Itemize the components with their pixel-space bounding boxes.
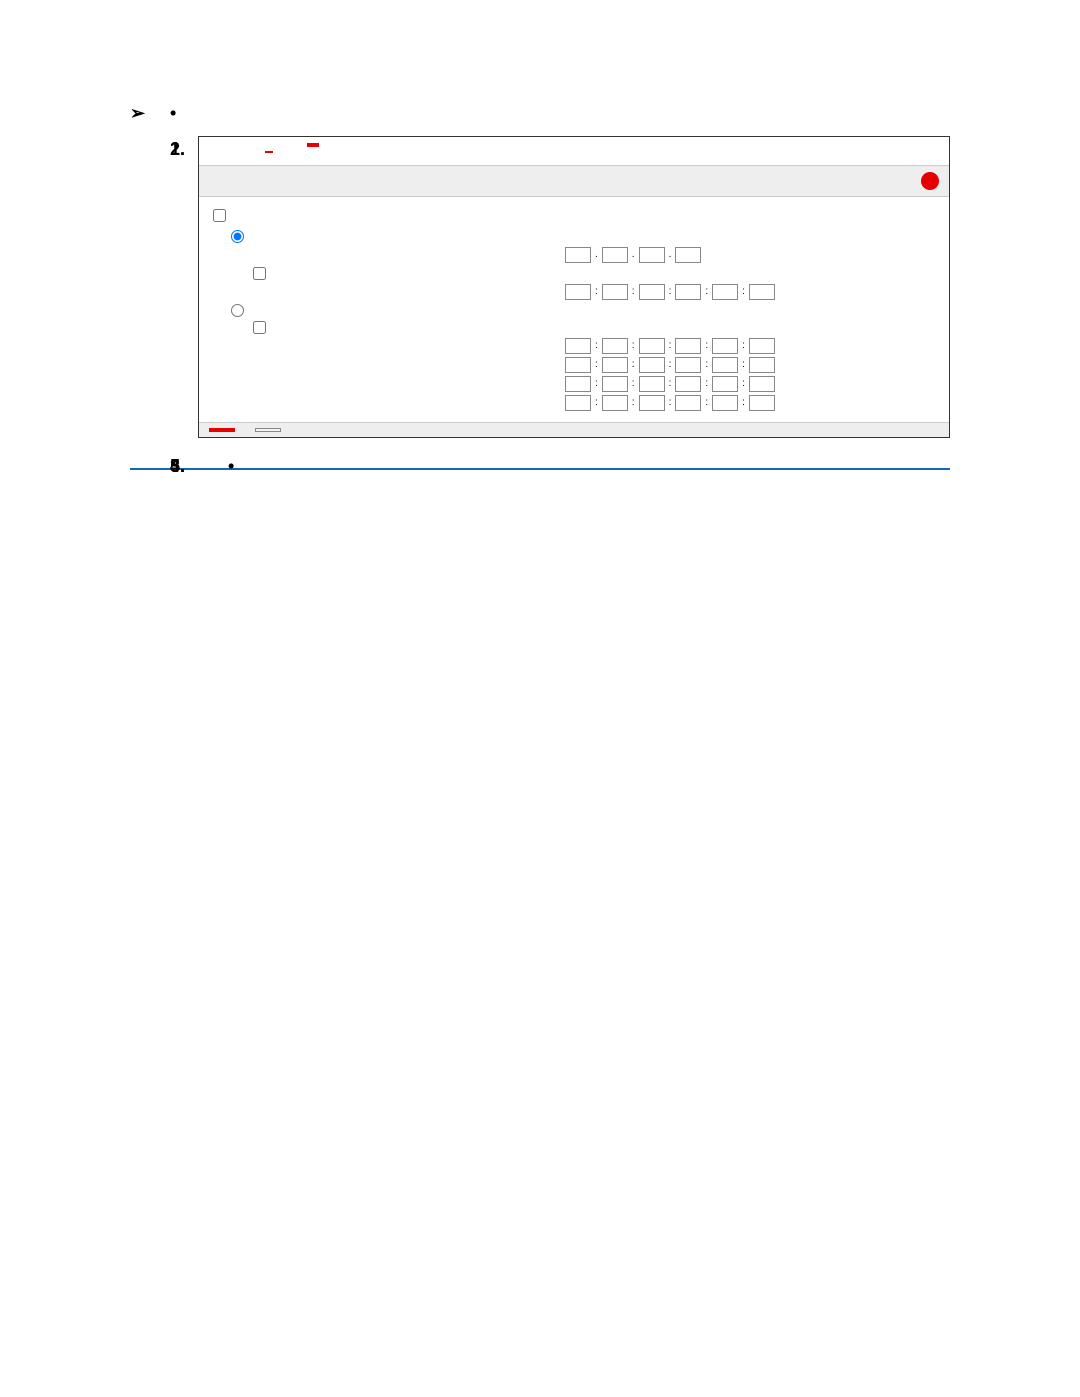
panel-body: . . . : : : : : <box>199 197 949 422</box>
rmac4-1[interactable] <box>565 395 591 411</box>
base-mac-1[interactable] <box>565 284 591 300</box>
repeater-ip-4[interactable] <box>675 247 701 263</box>
sub-wifi-repeating[interactable] <box>265 151 273 153</box>
router-ui-screenshot: . . . : : : : : <box>198 136 950 438</box>
rmac4-6[interactable] <box>749 395 775 411</box>
step: . . . : : : : : <box>170 136 950 438</box>
apply-button[interactable] <box>209 428 235 432</box>
rmac1-4[interactable] <box>675 338 701 354</box>
sub-menu-bar-2 <box>199 155 949 159</box>
panel-header <box>199 165 949 197</box>
rmac2-6[interactable] <box>749 357 775 373</box>
rmac1-5[interactable] <box>712 338 738 354</box>
rmac3-4[interactable] <box>675 376 701 392</box>
rmac4-2[interactable] <box>602 395 628 411</box>
base-station-radio[interactable] <box>231 304 244 317</box>
rmac4-5[interactable] <box>712 395 738 411</box>
repeater-ip-2[interactable] <box>602 247 628 263</box>
rmac3-2[interactable] <box>602 376 628 392</box>
arrow-icon: ➢ <box>130 103 145 123</box>
footer-rule <box>130 468 950 470</box>
rmac2-1[interactable] <box>565 357 591 373</box>
cancel-button[interactable] <box>255 428 281 432</box>
base-mac-6[interactable] <box>749 284 775 300</box>
help-icon[interactable] <box>921 172 939 190</box>
rmac4-3[interactable] <box>639 395 665 411</box>
menu-advanced[interactable] <box>307 143 319 147</box>
steps-list: . . . : : : : : <box>130 136 950 438</box>
repeater-radio[interactable] <box>231 230 244 243</box>
rmac3-6[interactable] <box>749 376 775 392</box>
rmac3-5[interactable] <box>712 376 738 392</box>
procedure-heading: ➢ <box>130 100 950 126</box>
disable-assoc-checkbox-2[interactable] <box>253 321 266 334</box>
rmac1-3[interactable] <box>639 338 665 354</box>
rmac2-3[interactable] <box>639 357 665 373</box>
disable-assoc-checkbox-1[interactable] <box>253 267 266 280</box>
rmac2-4[interactable] <box>675 357 701 373</box>
rmac3-1[interactable] <box>565 376 591 392</box>
base-mac-4[interactable] <box>675 284 701 300</box>
base-mac-2[interactable] <box>602 284 628 300</box>
repeater-ip-1[interactable] <box>565 247 591 263</box>
enable-repeating-checkbox[interactable] <box>213 209 226 222</box>
rmac1-1[interactable] <box>565 338 591 354</box>
panel-footer <box>199 422 949 437</box>
repeater-ip-3[interactable] <box>639 247 665 263</box>
rmac2-5[interactable] <box>712 357 738 373</box>
rmac1-6[interactable] <box>749 338 775 354</box>
base-mac-5[interactable] <box>712 284 738 300</box>
main-menu-bar <box>199 137 949 149</box>
rmac2-2[interactable] <box>602 357 628 373</box>
base-mac-3[interactable] <box>639 284 665 300</box>
rmac4-4[interactable] <box>675 395 701 411</box>
rmac3-3[interactable] <box>639 376 665 392</box>
rmac1-2[interactable] <box>602 338 628 354</box>
